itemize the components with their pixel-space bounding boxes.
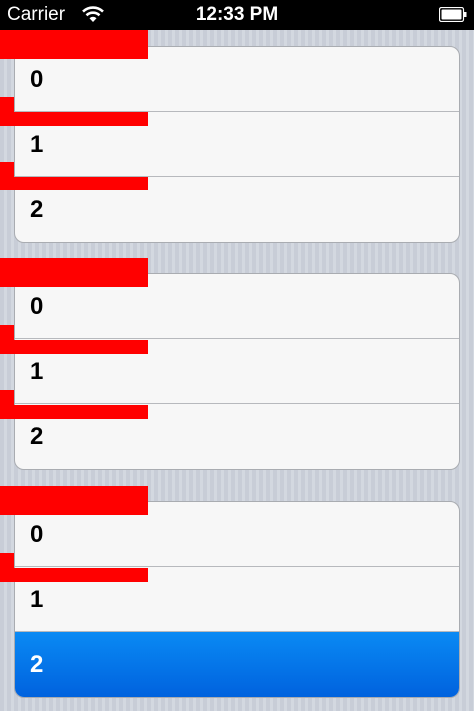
separator-marker (0, 405, 148, 419)
section-header-marker (0, 486, 148, 515)
section-header-marker (0, 258, 148, 287)
row-label: 0 (30, 66, 44, 93)
row-label: 0 (30, 521, 44, 548)
separator-marker (0, 568, 148, 582)
separator-marker (0, 340, 148, 354)
section-header-marker (0, 30, 148, 59)
table-section-1: 0 1 2 (14, 46, 460, 243)
separator-marker (0, 177, 148, 190)
row-label: 2 (30, 423, 44, 450)
table-section-2: 0 1 2 (14, 273, 460, 470)
row-label: 2 (30, 196, 44, 223)
row-label: 2 (30, 651, 44, 678)
table-section-3: 0 1 2 (14, 501, 460, 698)
table-row-selected[interactable]: 2 (15, 632, 459, 697)
row-label: 1 (30, 586, 44, 613)
row-label: 1 (30, 358, 44, 385)
row-label: 1 (30, 131, 44, 158)
clock: 12:33 PM (195, 4, 279, 25)
row-label: 0 (30, 293, 44, 320)
battery-icon (439, 7, 467, 22)
separator-marker (0, 112, 148, 126)
status-bar: Carrier 12:33 PM (0, 0, 474, 30)
